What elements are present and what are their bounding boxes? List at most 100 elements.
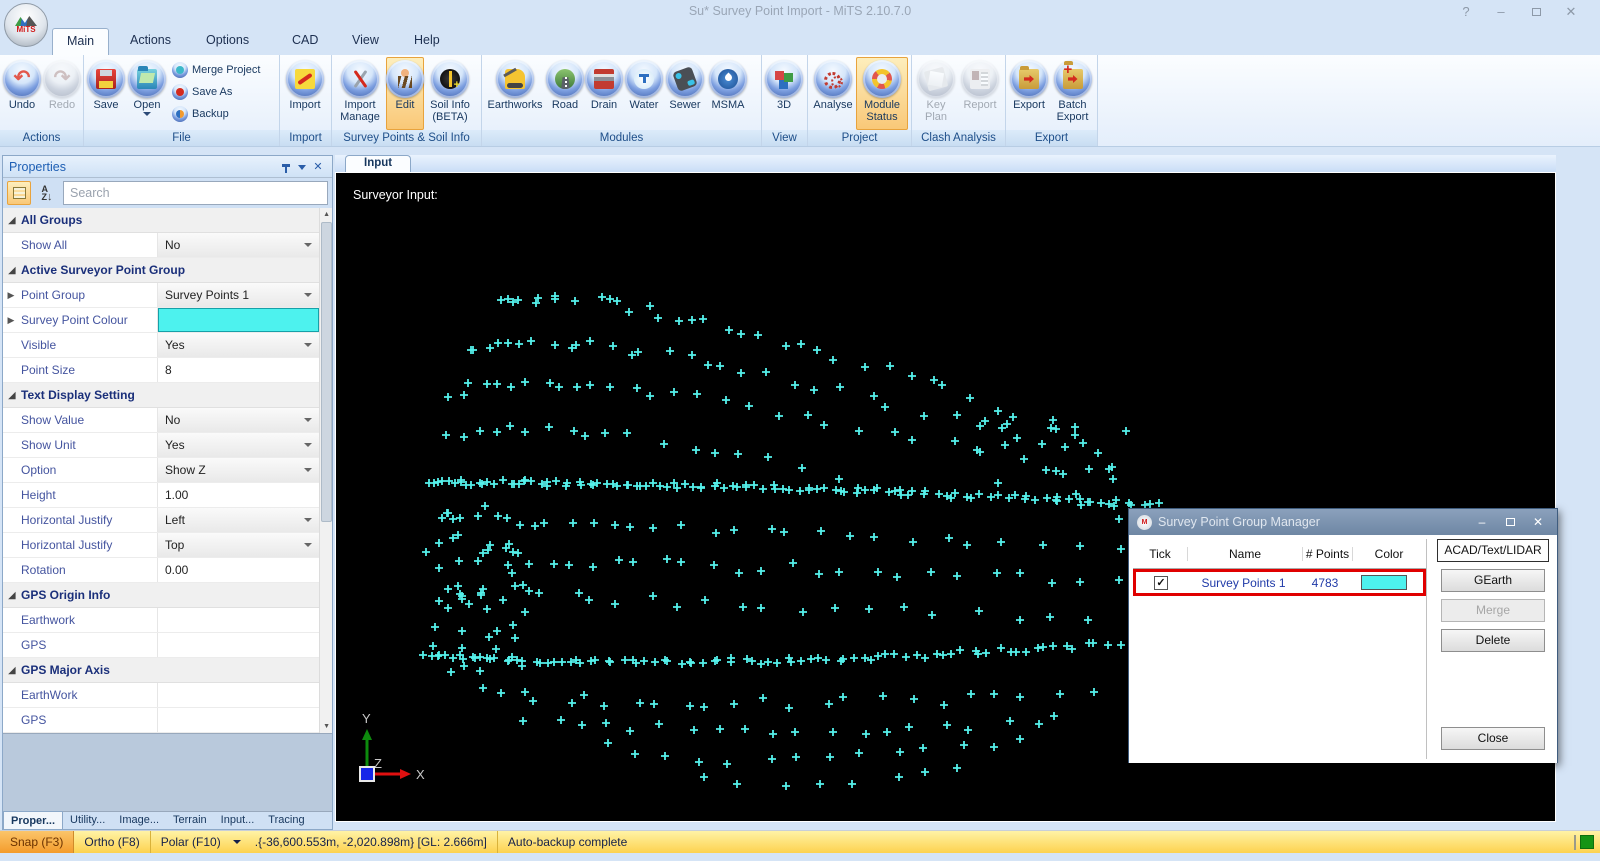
scrollbar-thumb[interactable] — [321, 222, 332, 522]
sort-az-button[interactable]: A Z↓ — [35, 181, 59, 205]
color-swatch[interactable] — [1361, 575, 1407, 591]
soil-info-button[interactable]: Soil Info (BETA) — [424, 57, 476, 130]
tab-options[interactable]: Options — [192, 28, 263, 55]
categorized-view-button[interactable] — [7, 181, 31, 205]
restore-icon[interactable] — [1522, 3, 1550, 21]
import-button[interactable]: Import — [282, 57, 328, 130]
tab-main[interactable]: Main — [52, 28, 110, 55]
canvas-tab-input[interactable]: Input — [345, 155, 412, 172]
property-group-header[interactable]: ◢ GPS Major Axis — [3, 658, 320, 683]
tab-terrain[interactable]: Terrain — [166, 811, 214, 829]
property-value[interactable] — [158, 683, 319, 707]
property-value[interactable] — [158, 608, 319, 632]
property-value[interactable]: Survey Points 1 — [158, 283, 320, 307]
property-value[interactable]: 8 — [158, 358, 319, 382]
app-logo[interactable]: MiTS — [4, 3, 48, 47]
help-icon[interactable]: ? — [1452, 3, 1480, 21]
property-row[interactable]: Show Value No — [3, 408, 320, 433]
close-button[interactable]: Close — [1441, 727, 1545, 750]
property-row[interactable]: ▶ Survey Point Colour — [3, 308, 320, 333]
property-row[interactable]: Earthwork — [3, 608, 320, 633]
property-row[interactable]: Horizontal Justify Left — [3, 508, 320, 533]
import-manage-button[interactable]: Import Manage — [334, 57, 386, 130]
property-value[interactable] — [158, 633, 319, 657]
property-row[interactable]: Show All No — [3, 233, 320, 258]
gearth-button[interactable]: GEarth — [1441, 569, 1545, 592]
drain-button[interactable]: Drain — [584, 57, 624, 130]
property-group-header[interactable]: ◢ Text Display Setting — [3, 383, 320, 408]
expander-icon[interactable]: ▶ — [3, 308, 19, 332]
properties-scrollbar[interactable]: ▲ ▼ — [319, 208, 332, 733]
property-value[interactable]: Left — [158, 508, 320, 532]
analyse-button[interactable]: Analyse — [810, 57, 856, 130]
sewer-button[interactable]: Sewer — [664, 57, 706, 130]
collapse-icon[interactable]: ◢ — [3, 215, 21, 226]
property-row[interactable]: Height 1.00 — [3, 483, 320, 508]
minimize-icon[interactable]: – — [1487, 3, 1515, 21]
merge-project-button[interactable]: Merge Project — [172, 60, 260, 79]
water-button[interactable]: Water — [624, 57, 664, 130]
scroll-down-icon[interactable]: ▼ — [320, 720, 332, 733]
close-icon[interactable]: ✕ — [1557, 3, 1585, 21]
open-button[interactable]: Open — [126, 57, 168, 130]
earthworks-button[interactable]: Earthworks — [484, 57, 546, 130]
export-button[interactable]: Export — [1008, 57, 1050, 130]
property-row[interactable]: Horizontal Justify Top — [3, 533, 320, 558]
pin-icon[interactable] — [278, 161, 294, 173]
expander-icon[interactable]: ▶ — [3, 283, 19, 307]
tab-cad[interactable]: CAD — [278, 28, 332, 55]
edit-button[interactable]: Edit — [386, 57, 424, 130]
ortho-toggle[interactable]: Ortho (F8) — [74, 831, 151, 853]
save-button[interactable]: Save — [86, 57, 126, 130]
property-value[interactable]: No — [158, 233, 320, 257]
tab-utility[interactable]: Utility... — [63, 811, 112, 829]
collapse-icon[interactable]: ◢ — [3, 390, 21, 401]
property-value[interactable]: Show Z — [158, 458, 320, 482]
property-row[interactable]: GPS — [3, 708, 320, 733]
property-group-header[interactable]: ◢ All Groups — [3, 208, 320, 233]
save-as-button[interactable]: Save As — [172, 82, 260, 101]
module-status-button[interactable]: Module Status — [856, 57, 908, 130]
property-row[interactable]: EarthWork — [3, 683, 320, 708]
tab-input[interactable]: Input... — [214, 811, 262, 829]
property-group-header[interactable]: ◢ Active Surveyor Point Group — [3, 258, 320, 283]
snap-toggle[interactable]: Snap (F3) — [0, 831, 75, 853]
tab-view[interactable]: View — [338, 28, 393, 55]
property-value[interactable]: Top — [158, 533, 320, 557]
property-value[interactable]: Yes — [158, 333, 320, 357]
tab-properties[interactable]: Proper... — [3, 811, 64, 829]
property-row[interactable]: Show Unit Yes — [3, 433, 320, 458]
dialog-restore-icon[interactable] — [1499, 515, 1521, 529]
panel-close-icon[interactable]: ✕ — [310, 160, 326, 173]
property-row[interactable]: Point Size 8 — [3, 358, 320, 383]
backup-button[interactable]: Backup — [172, 104, 260, 123]
coords-dropdown-icon[interactable] — [231, 831, 245, 853]
tab-tracing[interactable]: Tracing — [261, 811, 311, 829]
collapse-icon[interactable]: ◢ — [3, 665, 21, 676]
polar-toggle[interactable]: Polar (F10) — [151, 831, 231, 853]
property-row[interactable]: Option Show Z — [3, 458, 320, 483]
tab-actions[interactable]: Actions — [116, 28, 185, 55]
checkbox-checked-icon[interactable]: ✓ — [1154, 576, 1168, 590]
3d-button[interactable]: 3D — [764, 57, 804, 130]
property-value[interactable] — [158, 308, 320, 332]
row-tick-cell[interactable]: ✓ — [1136, 575, 1186, 590]
collapse-icon[interactable]: ◢ — [3, 265, 21, 276]
property-row[interactable]: GPS — [3, 633, 320, 658]
table-row[interactable]: ✓ Survey Points 1 4783 — [1133, 569, 1426, 596]
acad-text-lidar-button[interactable]: ACAD/Text/LIDAR — [1437, 539, 1549, 562]
property-row[interactable]: ▶ Point Group Survey Points 1 — [3, 283, 320, 308]
row-name-cell[interactable]: Survey Points 1 — [1186, 576, 1301, 590]
tab-image[interactable]: Image... — [112, 811, 166, 829]
property-value[interactable]: No — [158, 408, 320, 432]
property-value[interactable]: 0.00 — [158, 558, 319, 582]
property-row[interactable]: Visible Yes — [3, 333, 320, 358]
scroll-up-icon[interactable]: ▲ — [320, 208, 332, 221]
search-input[interactable] — [63, 181, 328, 205]
property-group-header[interactable]: ◢ GPS Origin Info — [3, 583, 320, 608]
delete-button[interactable]: Delete — [1441, 629, 1545, 652]
tab-help[interactable]: Help — [400, 28, 454, 55]
dialog-title-bar[interactable]: M Survey Point Group Manager – ✕ — [1129, 509, 1557, 535]
batch-export-button[interactable]: Batch Export — [1050, 57, 1095, 130]
chevron-down-icon[interactable] — [294, 161, 310, 173]
